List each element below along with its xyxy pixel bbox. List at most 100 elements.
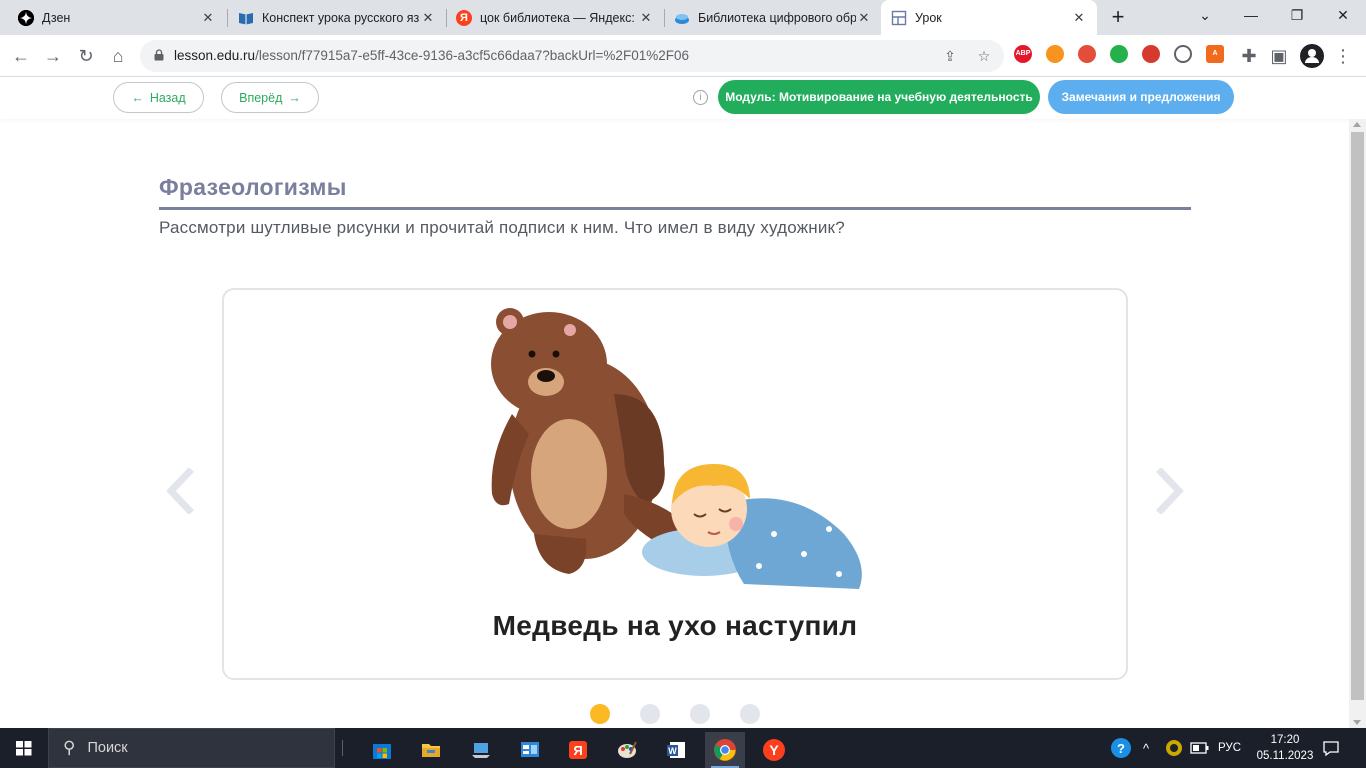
clock-time: 17:20 <box>1270 734 1300 746</box>
title-divider <box>159 207 1191 210</box>
side-panel-icon[interactable]: ▣ <box>1266 43 1292 69</box>
yandex-browser-icon[interactable]: Я <box>558 732 598 768</box>
reload-icon[interactable]: ↻ <box>73 43 99 69</box>
forward-button-label: Вперёд <box>239 90 283 105</box>
previous-slide-arrow-icon[interactable] <box>165 468 195 514</box>
taskbar-clock[interactable]: 17:20 05.11.2023 <box>1250 732 1320 764</box>
svg-text:W: W <box>668 746 677 756</box>
home-icon[interactable]: ⌂ <box>105 43 131 69</box>
close-icon[interactable]: ✕ <box>856 10 872 26</box>
svg-text:Я: Я <box>573 743 582 758</box>
control-panel-icon[interactable] <box>510 732 550 768</box>
info-icon[interactable]: i <box>693 90 708 105</box>
close-icon[interactable]: ✕ <box>638 10 654 26</box>
tab-title: Урок <box>915 10 942 25</box>
scroll-down-arrow-icon[interactable] <box>1353 720 1361 725</box>
battery-icon[interactable] <box>1190 728 1210 768</box>
scroll-up-arrow-icon[interactable] <box>1353 122 1361 127</box>
restore-button[interactable]: ❐ <box>1274 0 1320 32</box>
new-tab-button[interactable]: + <box>1104 3 1132 31</box>
browser-tab-strip: Дзен ✕ Конспект урока русского язы ✕ Я ц… <box>0 0 1366 35</box>
taskbar-search-box[interactable]: ⚲ Поиск <box>48 728 335 768</box>
microsoft-store-icon[interactable] <box>362 732 402 768</box>
module-button[interactable]: Модуль: Мотивирование на учебную деятель… <box>718 80 1040 114</box>
computer-icon[interactable] <box>461 732 501 768</box>
svg-text:?: ? <box>1117 741 1125 756</box>
check-icon[interactable] <box>1110 45 1128 63</box>
word-icon[interactable]: W <box>656 732 696 768</box>
chrome-taskbar-icon[interactable] <box>705 732 745 768</box>
slide-caption: Медведь на ухо наступил <box>492 610 858 641</box>
file-explorer-icon[interactable] <box>411 732 451 768</box>
target-icon[interactable] <box>1078 45 1096 63</box>
adblock-icon[interactable]: ABP <box>1014 45 1032 63</box>
bear-and-sleeping-child-illustration <box>491 308 862 589</box>
address-bar[interactable]: lesson.edu.ru/lesson/f77915a7-e5ff-43ce-… <box>140 40 1004 72</box>
scrollbar-thumb[interactable] <box>1351 132 1364 700</box>
close-window-button[interactable]: ✕ <box>1320 0 1366 32</box>
slide-dot-1[interactable] <box>590 704 610 724</box>
url-path: /lesson/f77915a7-e5ff-43ce-9136-a3cf5c66… <box>255 48 689 63</box>
windows-start-icon[interactable] <box>0 728 48 768</box>
svg-text:Y: Y <box>769 742 779 758</box>
clock-date: 05.11.2023 <box>1256 750 1314 762</box>
help-icon[interactable]: ? <box>1110 728 1132 768</box>
yandex-icon[interactable]: Y <box>754 732 794 768</box>
forward-button[interactable]: Вперёд → <box>221 82 319 113</box>
network-status-icon[interactable] <box>1165 728 1183 768</box>
tab-dzen[interactable]: Дзен ✕ <box>8 0 226 35</box>
back-button[interactable]: ← Назад <box>113 82 204 113</box>
slide-dot-2[interactable] <box>640 704 660 724</box>
lesson-title: Фразеологизмы <box>159 174 347 200</box>
tab-konspekt[interactable]: Конспект урока русского язы ✕ <box>228 0 446 35</box>
book-icon <box>238 10 254 26</box>
tray-chevron-up-icon[interactable]: ^ <box>1143 728 1149 768</box>
paint-icon[interactable] <box>607 732 647 768</box>
tab-title: Дзен <box>42 10 71 25</box>
timer-icon[interactable] <box>1174 45 1192 63</box>
library-icon <box>674 10 690 26</box>
lesson-icon <box>891 10 907 26</box>
rocket-icon[interactable] <box>1142 45 1160 63</box>
close-icon[interactable]: ✕ <box>1071 10 1087 26</box>
back-button-label: Назад <box>149 90 186 105</box>
minimize-button[interactable]: — <box>1228 0 1274 32</box>
back-arrow-icon[interactable]: ← <box>8 43 34 69</box>
avast-icon[interactable]: A <box>1206 45 1224 63</box>
forward-arrow-icon[interactable]: → <box>40 43 66 69</box>
tab-library[interactable]: Библиотека цифрового обр ✕ <box>664 0 882 35</box>
tab-lesson[interactable]: Урок ✕ <box>881 0 1097 35</box>
browser-toolbar: ← → ↻ ⌂ lesson.edu.ru/lesson/f77915a7-e5… <box>0 35 1366 77</box>
tab-title: цок библиотека — Яндекс: н <box>480 10 638 25</box>
lesson-instruction: Рассмотри шутливые рисунки и прочитай по… <box>159 218 845 237</box>
close-icon[interactable]: ✕ <box>420 10 436 26</box>
page-scrollbar[interactable] <box>1349 119 1366 728</box>
arrow-right-icon: → <box>288 90 301 105</box>
share-icon[interactable]: ⇪ <box>940 46 960 66</box>
feedback-button[interactable]: Замечания и предложения <box>1048 80 1234 114</box>
profile-avatar[interactable] <box>1300 44 1324 68</box>
tab-search-icon[interactable]: ⌄ <box>1182 0 1228 32</box>
slide-dot-4[interactable] <box>740 704 760 724</box>
url-text: lesson.edu.ru/lesson/f77915a7-e5ff-43ce-… <box>174 48 689 63</box>
module-button-label: Модуль: Мотивирование на учебную деятель… <box>725 90 1033 104</box>
notifications-icon[interactable] <box>1322 728 1340 768</box>
slide-dot-3[interactable] <box>690 704 710 724</box>
next-slide-arrow-icon[interactable] <box>1155 468 1185 514</box>
bookmark-star-icon[interactable]: ☆ <box>974 46 994 66</box>
lock-icon <box>154 49 164 61</box>
lesson-header: ← Назад Вперёд → i Модуль: Мотивирование… <box>0 77 1366 119</box>
language-indicator[interactable]: РУС <box>1218 728 1241 768</box>
slide-card: Медведь на ухо наступил <box>222 288 1128 680</box>
tab-yandex-search[interactable]: Я цок библиотека — Яндекс: н ✕ <box>446 0 664 35</box>
arrow-left-icon: ← <box>131 90 144 105</box>
feedback-button-label: Замечания и предложения <box>1061 90 1221 104</box>
extensions-puzzle-icon[interactable]: ✚ <box>1236 43 1262 69</box>
yandex-icon: Я <box>456 9 472 26</box>
dzen-icon <box>18 9 34 26</box>
menu-dots-icon[interactable]: ⋮ <box>1330 43 1356 69</box>
tab-title: Библиотека цифрового обр <box>698 10 856 25</box>
ok-icon[interactable] <box>1046 45 1064 63</box>
url-host: lesson.edu.ru <box>174 48 256 63</box>
close-icon[interactable]: ✕ <box>200 10 216 26</box>
